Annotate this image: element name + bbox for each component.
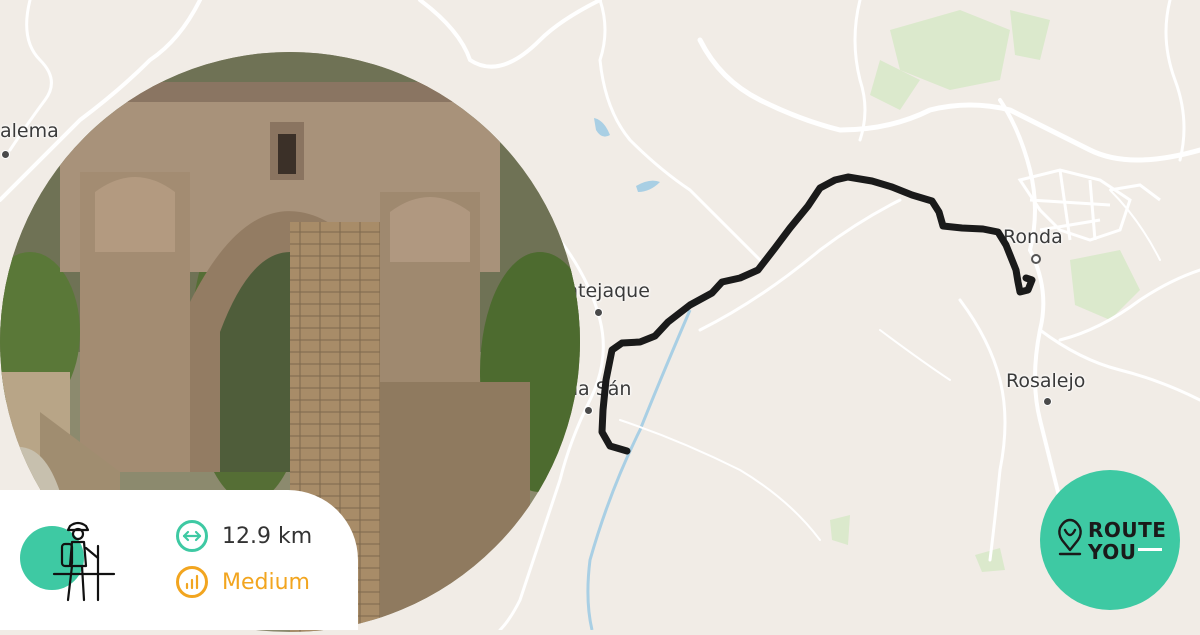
difficulty-stat: Medium [176,564,310,600]
distance-value: 12.9 km [222,523,313,549]
difficulty-bars-icon [176,566,208,598]
location-pin-icon [1058,518,1082,556]
logo-text-route: ROUTE [1088,518,1167,542]
hiker-icon [52,521,116,602]
logo-dash [1138,548,1162,551]
routeyou-logo[interactable]: ROUTE YOU [1040,470,1180,610]
distance-arrows-icon [176,520,208,552]
logo-text-you: YOU [1088,540,1137,564]
distance-stat: 12.9 km [176,518,312,554]
route-stats-card: 12.9 km Medium [0,490,358,630]
difficulty-value: Medium [222,569,310,595]
route-line[interactable] [598,173,1036,455]
